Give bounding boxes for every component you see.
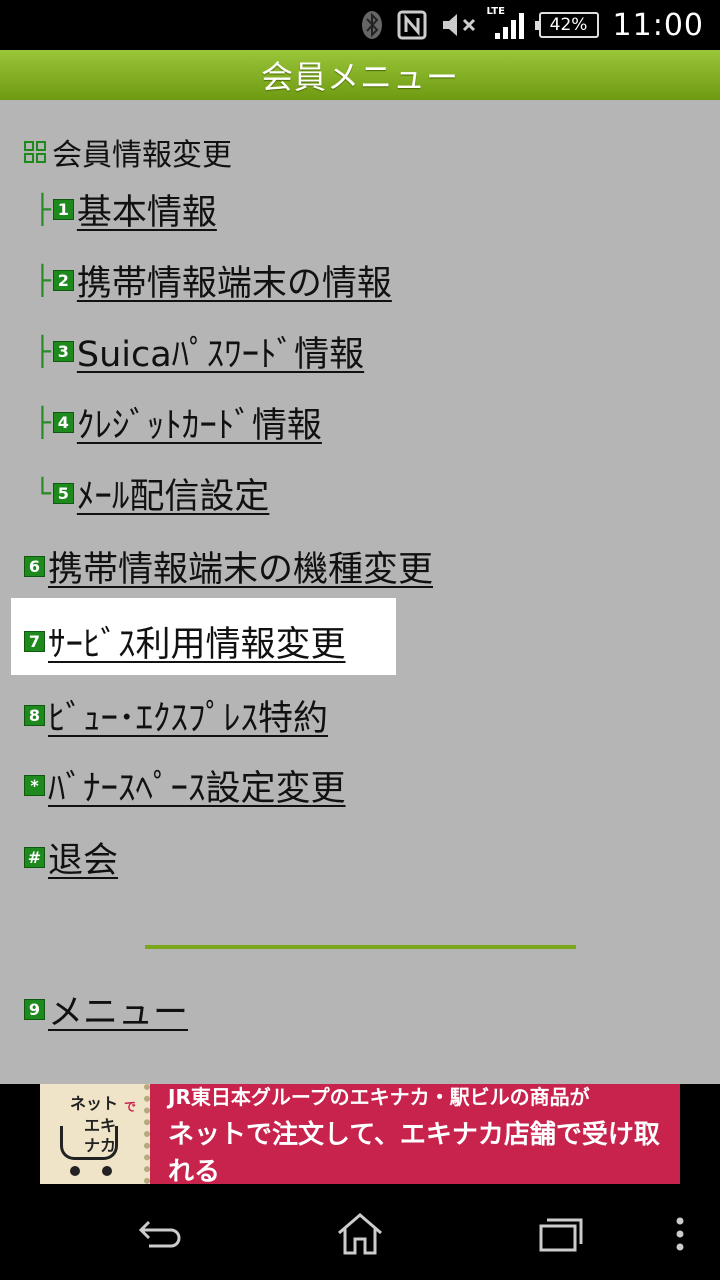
logo-text: ネット xyxy=(70,1094,119,1113)
navigation-bar xyxy=(0,1184,720,1280)
tree-branch-icon: ├ xyxy=(34,193,51,226)
ad-banner[interactable]: ネット で エキ ナカ JR東日本グループのエキナカ・駅ビルの商品が ネットで注… xyxy=(40,1084,680,1187)
number-badge: 2 xyxy=(52,270,74,291)
page-title: 会員メニュー xyxy=(260,58,459,96)
number-badge: 7 xyxy=(24,631,45,652)
title-bar: 会員メニュー xyxy=(0,50,720,100)
menu-link[interactable]: 携帯情報端末の機種変更 xyxy=(48,541,433,592)
menu-link[interactable]: 退会 xyxy=(48,832,118,883)
menu-item-service-usage[interactable]: 7 ｻｰﾋﾞｽ利用情報変更 xyxy=(24,616,346,667)
battery-icon: 42% xyxy=(534,12,599,38)
banner-line-1: JR東日本グループのエキナカ・駅ビルの商品が xyxy=(168,1084,590,1109)
menu-item-credit-card[interactable]: ├ 4 ｸﾚｼﾞｯﾄｶｰﾄﾞ情報 xyxy=(34,397,322,448)
tree-branch-icon: ├ xyxy=(34,406,51,439)
cart-wheel xyxy=(70,1166,80,1176)
number-badge: * xyxy=(24,775,45,796)
menu-item-main-menu[interactable]: 9 メニュー xyxy=(24,984,188,1035)
menu-link[interactable]: 基本情報 xyxy=(77,184,217,235)
menu-link[interactable]: ｸﾚｼﾞｯﾄｶｰﾄﾞ情報 xyxy=(77,397,322,448)
menu-link[interactable]: 携帯情報端末の情報 xyxy=(77,255,392,306)
menu-item-model-change[interactable]: 6 携帯情報端末の機種変更 xyxy=(24,541,433,592)
overflow-menu-icon[interactable] xyxy=(650,1204,710,1264)
signal-icon: LTE xyxy=(487,6,525,41)
status-bar: LTE 42% 11:00 xyxy=(0,0,720,50)
divider xyxy=(145,945,576,949)
number-badge: # xyxy=(24,847,45,868)
member-menu: 会員情報変更 ├ 1 基本情報 ├ 2 携帯情報端末の情報 ├ 3 Suicaﾊ… xyxy=(0,100,720,1084)
menu-link[interactable]: ﾋﾞｭｰ･ｴｸｽﾌﾟﾚｽ特約 xyxy=(48,690,328,741)
menu-item-basic-info[interactable]: ├ 1 基本情報 xyxy=(34,184,217,235)
number-badge: 3 xyxy=(52,341,74,362)
menu-item-banner-settings[interactable]: * ﾊﾞﾅｰｽﾍﾟｰｽ設定変更 xyxy=(24,760,346,811)
ekinaka-logo: ネット で エキ ナカ xyxy=(40,1084,150,1184)
menu-item-mail-settings[interactable]: └ 5 ﾒｰﾙ配信設定 xyxy=(34,468,269,519)
menu-link[interactable]: ﾒｰﾙ配信設定 xyxy=(77,468,270,519)
number-badge: 8 xyxy=(24,705,45,726)
back-icon[interactable] xyxy=(130,1204,190,1264)
grid-icon xyxy=(24,141,46,163)
battery-level: 42% xyxy=(549,15,588,35)
number-badge: 1 xyxy=(52,199,74,220)
number-badge: 5 xyxy=(52,483,74,504)
number-badge: 9 xyxy=(24,999,45,1020)
recent-apps-icon[interactable] xyxy=(530,1204,590,1264)
home-icon[interactable] xyxy=(330,1204,390,1264)
menu-item-suica-password[interactable]: ├ 3 Suicaﾊﾟｽﾜｰﾄﾞ情報 xyxy=(34,326,364,377)
menu-link[interactable]: Suicaﾊﾟｽﾜｰﾄﾞ情報 xyxy=(77,326,364,377)
tree-branch-icon: ├ xyxy=(34,264,51,297)
bluetooth-icon xyxy=(361,10,383,40)
menu-link[interactable]: メニュー xyxy=(48,984,188,1035)
number-badge: 6 xyxy=(24,556,45,577)
section-header-label: 会員情報変更 xyxy=(52,138,232,173)
tree-branch-icon: └ xyxy=(34,477,51,510)
ad-banner-area: ネット で エキ ナカ JR東日本グループのエキナカ・駅ビルの商品が ネットで注… xyxy=(0,1084,720,1187)
menu-item-device-info[interactable]: ├ 2 携帯情報端末の情報 xyxy=(34,255,392,306)
logo-text: で xyxy=(124,1100,137,1114)
cart-icon xyxy=(60,1126,118,1160)
banner-line-2: ネットで注文して、エキナカ店舗で受け取れる xyxy=(168,1119,660,1187)
number-badge: 4 xyxy=(52,412,74,433)
menu-link[interactable]: ﾊﾞﾅｰｽﾍﾟｰｽ設定変更 xyxy=(48,760,346,811)
clock: 11:00 xyxy=(612,7,704,43)
menu-link[interactable]: ｻｰﾋﾞｽ利用情報変更 xyxy=(48,616,346,667)
tree-branch-icon: ├ xyxy=(34,335,51,368)
section-header: 会員情報変更 xyxy=(24,130,232,174)
menu-item-view-express[interactable]: 8 ﾋﾞｭｰ･ｴｸｽﾌﾟﾚｽ特約 xyxy=(24,690,328,741)
menu-item-withdraw[interactable]: # 退会 xyxy=(24,832,118,883)
nfc-icon xyxy=(397,10,427,40)
network-label: LTE xyxy=(486,6,505,17)
mute-icon xyxy=(441,10,479,40)
cart-wheel xyxy=(102,1166,112,1176)
